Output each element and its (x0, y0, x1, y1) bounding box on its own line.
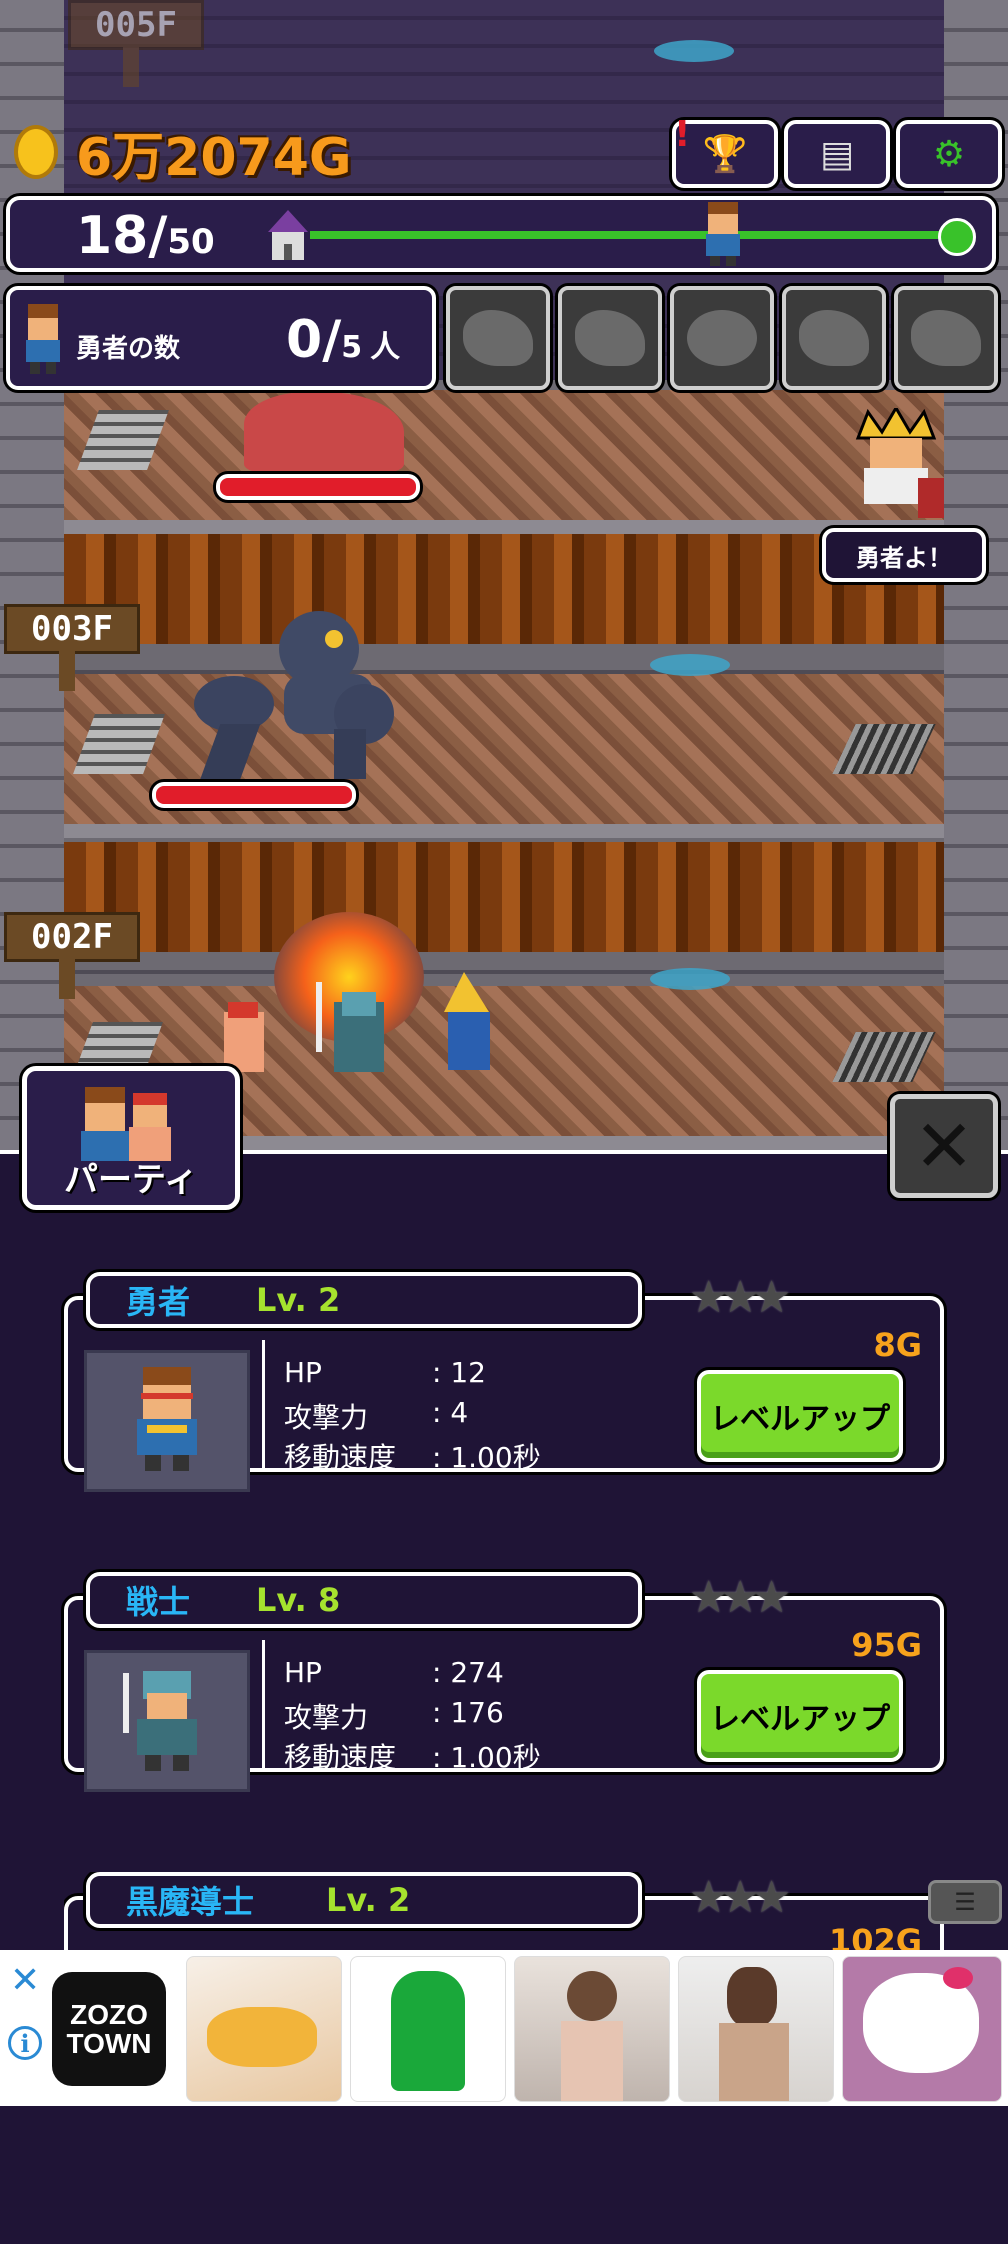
ad-product-slippers[interactable] (186, 1956, 342, 2102)
card-title: 戦士 Lv. 8 (86, 1572, 642, 1628)
serpent-silhouette-icon (687, 310, 757, 366)
speed-stat: 移動速度 (284, 1741, 397, 1774)
party-tab[interactable]: パーティ (22, 1066, 240, 1210)
hero-portrait (84, 1350, 250, 1492)
close-icon: ✕ (913, 1104, 975, 1188)
ad-banner[interactable]: ✕ i ZOZO TOWN (0, 1950, 1008, 2106)
party-tab-label: パーティ (64, 1160, 198, 1200)
document-button[interactable]: ▤ (784, 120, 890, 188)
party-heroes-sprite[interactable] (224, 972, 534, 1102)
gold-amount: 6万2074G (76, 127, 352, 188)
hero-count-value: 0/5 人 (286, 310, 401, 370)
level-up-button[interactable]: レベルアップ (697, 1670, 903, 1762)
level-up-button[interactable]: レベルアップ (697, 1370, 903, 1462)
attack-stat: 攻撃力 (284, 1401, 369, 1434)
speed-stat: 移動速度 (284, 1441, 397, 1474)
attack-stat: 攻撃力 (284, 1701, 369, 1734)
ad-product-green-jacket[interactable] (350, 1956, 506, 2102)
rarity-stars-icon: ★★★ (689, 1272, 791, 1323)
enemy-slot-beast[interactable] (782, 286, 886, 390)
hp-value: : 12 (432, 1356, 486, 1389)
level-up-cost: 102G (828, 1922, 922, 1950)
progress-end-marker (938, 218, 976, 256)
character-name: 黒魔導士 (126, 1883, 255, 1921)
enemy-slot-knight[interactable] (446, 286, 550, 390)
character-level: Lv. 8 (256, 1581, 341, 1619)
hp-stat: HP (284, 1656, 322, 1689)
card-divider (262, 1340, 265, 1468)
knight-silhouette-icon (463, 310, 533, 366)
trophy-icon: 🏆 (702, 134, 748, 175)
beast-silhouette-icon (799, 310, 869, 366)
floor-sign-top: 005F (68, 0, 204, 87)
party-card-warrior: 戦士 Lv. 8 ★★★ 95G HP : 274 攻撃力 : 176 移動速度… (64, 1572, 944, 1792)
hero-count-panel: 勇者の数 0/5 人 (6, 286, 436, 390)
trophy-button[interactable]: ! 🏆 (672, 114, 778, 188)
chat-button[interactable]: ☰ (928, 1880, 1002, 1924)
floor-003 (64, 534, 944, 838)
hp-value: : 274 (432, 1656, 504, 1689)
hero-icon (20, 304, 66, 374)
alert-icon: ! (674, 114, 691, 155)
ad-info-icon[interactable]: i (8, 2026, 42, 2060)
bottom-area (0, 2106, 1008, 2244)
speed-value: : 1.00秒 (432, 1441, 541, 1474)
party-card-black-mage: 黒魔導士 Lv. 2 ★★★ 102G (64, 1872, 944, 1950)
tower-icon (260, 210, 316, 262)
monster-hp-bar (152, 782, 356, 808)
party-panel (0, 1150, 1008, 1954)
bird-silhouette-icon (911, 310, 981, 366)
king-speech-bubble: 勇者よ！ (822, 528, 986, 582)
enemy-slot-dragon[interactable] (558, 286, 662, 390)
level-up-cost: 95G (851, 1626, 922, 1664)
rarity-stars-icon: ★★★ (689, 1872, 791, 1923)
red-worm-monster[interactable] (244, 392, 404, 472)
zozotown-logo[interactable]: ZOZO TOWN (52, 1972, 166, 2086)
close-button[interactable]: ✕ (890, 1094, 998, 1198)
floor-sign-002: 002F (4, 912, 140, 999)
attack-value: : 4 (432, 1396, 469, 1429)
hp-stat: HP (284, 1356, 322, 1389)
king-icon[interactable] (848, 405, 944, 518)
ad-close-icon[interactable]: ✕ (10, 1960, 40, 2001)
character-level: Lv. 2 (256, 1281, 341, 1319)
character-name: 戦士 (126, 1583, 191, 1621)
ad-product-hello-kitty[interactable] (842, 1956, 1002, 2102)
character-name: 勇者 (126, 1283, 191, 1321)
gold-display: 6万2074G (14, 120, 352, 188)
enemy-slot-serpent[interactable] (670, 286, 774, 390)
progress-track (310, 231, 960, 239)
hero-position-icon (700, 202, 746, 266)
settings-button[interactable]: ⚙ (896, 120, 1002, 188)
ad-product-kids-swimwear[interactable] (514, 1956, 670, 2102)
coin-icon (14, 125, 58, 179)
party-card-hero: 勇者 Lv. 2 ★★★ 8G HP : 12 攻撃力 : 4 移動速度 : 1… (64, 1272, 944, 1492)
speed-value: : 1.00秒 (432, 1741, 541, 1774)
gear-icon: ⚙ (932, 133, 966, 175)
card-title: 黒魔導士 Lv. 2 (86, 1872, 642, 1928)
monster-hp-bar (216, 474, 420, 500)
floor-progress-bar: 18/50 (6, 196, 996, 272)
floor-sign-003: 003F (4, 604, 140, 691)
level-up-cost: 8G (873, 1326, 922, 1364)
golem-monster[interactable] (194, 604, 394, 784)
card-title: 勇者 Lv. 2 (86, 1272, 642, 1328)
dragon-silhouette-icon (575, 310, 645, 366)
enemy-slot-bird[interactable] (894, 286, 998, 390)
hero-count-label: 勇者の数 (76, 334, 181, 364)
character-level: Lv. 2 (326, 1881, 411, 1919)
document-icon: ▤ (819, 133, 854, 175)
progress-text: 18/50 (76, 206, 215, 266)
card-divider (262, 1640, 265, 1768)
warrior-portrait (84, 1650, 250, 1792)
rarity-stars-icon: ★★★ (689, 1572, 791, 1623)
ad-product-blouse[interactable] (678, 1956, 834, 2102)
attack-value: : 176 (432, 1696, 504, 1729)
menu-lines-icon: ☰ (954, 1888, 976, 1916)
